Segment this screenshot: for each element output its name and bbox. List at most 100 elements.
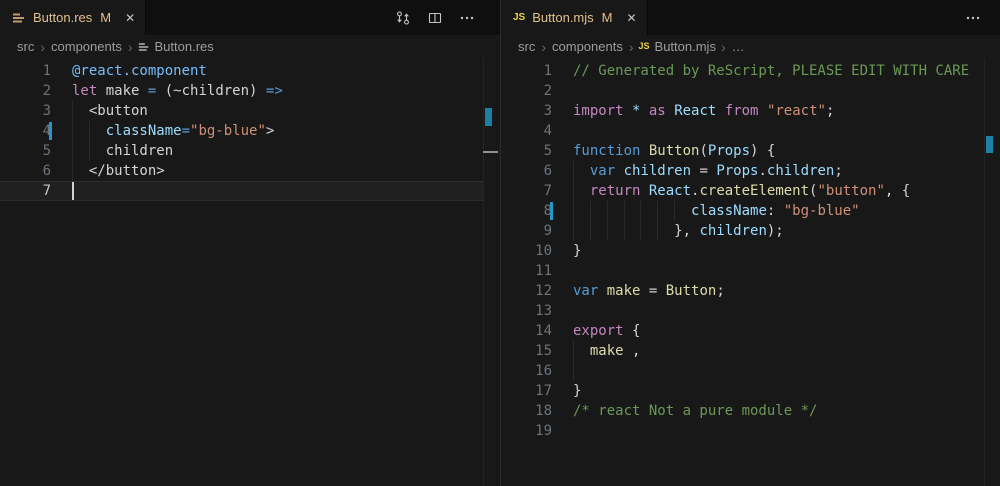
- code-line-18[interactable]: 18/* react Not a pure module */: [501, 401, 1000, 421]
- line-number[interactable]: 5: [0, 141, 51, 161]
- overview-ruler-cursor-marker: [483, 151, 498, 153]
- line-number[interactable]: 1: [0, 61, 51, 81]
- code-line-2[interactable]: 2: [501, 81, 1000, 101]
- modified-badge: M: [100, 10, 111, 25]
- line-number[interactable]: 10: [501, 241, 552, 261]
- line-number[interactable]: 11: [501, 261, 552, 281]
- line-number[interactable]: 13: [501, 301, 552, 321]
- code-text: return React.createElement("button", {: [573, 181, 910, 201]
- tab-label: Button.mjs: [532, 10, 593, 25]
- breadcrumb-item-file[interactable]: JS Button.mjs: [639, 39, 716, 54]
- code-text: }, children);: [573, 221, 784, 241]
- line-number[interactable]: 4: [0, 121, 51, 141]
- code-line-2[interactable]: 2 let make = (~children) =>: [0, 81, 500, 101]
- code-line-9[interactable]: 9 }, children);: [501, 221, 1000, 241]
- code-line-12[interactable]: 12 var make = Button;: [501, 281, 1000, 301]
- line-number[interactable]: 6: [501, 161, 552, 181]
- text-cursor: [72, 182, 74, 200]
- breadcrumb: src › components › Button.res: [0, 35, 500, 58]
- line-number[interactable]: 1: [501, 61, 552, 81]
- code-line-10[interactable]: 10}: [501, 241, 1000, 261]
- split-editor-icon[interactable]: [426, 9, 444, 27]
- code-line-11[interactable]: 11: [501, 261, 1000, 281]
- code-line-5[interactable]: 5 function Button(Props) {: [501, 141, 1000, 161]
- js-file-icon: JS: [639, 42, 650, 51]
- code-line-6[interactable]: 6 var children = Props.children;: [501, 161, 1000, 181]
- breadcrumb-item-file[interactable]: Button.res: [138, 39, 214, 54]
- line-number[interactable]: 7: [0, 181, 51, 201]
- line-number[interactable]: 9: [501, 221, 552, 241]
- tab-label: Button.res: [33, 10, 92, 25]
- line-number[interactable]: 3: [501, 101, 552, 121]
- more-actions-icon[interactable]: [964, 9, 982, 27]
- code-lines: 1@react.component2 let make = (~children)…: [0, 61, 500, 201]
- code-line-3[interactable]: 3import * as React from "react";: [501, 101, 1000, 121]
- chevron-right-icon: ›: [624, 40, 639, 54]
- code-text: function Button(Props) {: [573, 141, 775, 161]
- code-line-8[interactable]: 8 className: "bg-blue": [501, 201, 1000, 221]
- breadcrumb-file-label: Button.mjs: [655, 39, 716, 54]
- editor-actions-left: [394, 0, 500, 35]
- line-number[interactable]: 3: [0, 101, 51, 121]
- code-text: children: [72, 141, 173, 161]
- code-editor-left[interactable]: 1@react.component2 let make = (~children)…: [0, 58, 500, 486]
- code-line-7[interactable]: 7 return React.createElement("button", {: [501, 181, 1000, 201]
- line-number[interactable]: 5: [501, 141, 552, 161]
- code-line-7[interactable]: 7: [0, 181, 500, 201]
- code-line-3[interactable]: 3 <button: [0, 101, 500, 121]
- tab-bar-left: Button.res M ✕: [0, 0, 500, 35]
- code-line-14[interactable]: 14export {: [501, 321, 1000, 341]
- code-line-15[interactable]: 15 make ,: [501, 341, 1000, 361]
- close-icon[interactable]: ✕: [125, 12, 135, 24]
- editor-actions-right: [964, 0, 1000, 35]
- code-line-13[interactable]: 13: [501, 301, 1000, 321]
- line-number[interactable]: 12: [501, 281, 552, 301]
- line-number[interactable]: 15: [501, 341, 552, 361]
- code-editor-right[interactable]: 1// Generated by ReScript, PLEASE EDIT W…: [501, 58, 1000, 486]
- tab-bar-right: JS Button.mjs M ✕: [501, 0, 1000, 35]
- compare-changes-icon[interactable]: [394, 9, 412, 27]
- line-number[interactable]: 2: [0, 81, 51, 101]
- code-text: className: "bg-blue": [573, 201, 860, 221]
- breadcrumb-item-components[interactable]: components: [50, 39, 123, 54]
- code-lines: 1// Generated by ReScript, PLEASE EDIT W…: [501, 61, 1000, 441]
- chevron-right-icon: ›: [716, 40, 731, 54]
- breadcrumb-item-src[interactable]: src: [517, 39, 536, 54]
- code-text: }: [573, 241, 581, 261]
- rescript-file-icon: [12, 11, 26, 25]
- line-number[interactable]: 8: [501, 201, 552, 221]
- breadcrumb-item-src[interactable]: src: [16, 39, 35, 54]
- overview-ruler-modified-marker: [986, 136, 993, 153]
- code-line-6[interactable]: 6 </button>: [0, 161, 500, 181]
- tab-button-res[interactable]: Button.res M ✕: [0, 0, 146, 35]
- line-number[interactable]: 7: [501, 181, 552, 201]
- breadcrumb-item-components[interactable]: components: [551, 39, 624, 54]
- code-line-16[interactable]: 16: [501, 361, 1000, 381]
- line-number[interactable]: 18: [501, 401, 552, 421]
- git-modified-gutter-indicator: [550, 202, 553, 220]
- code-line-19[interactable]: 19: [501, 421, 1000, 441]
- line-number[interactable]: 6: [0, 161, 51, 181]
- code-line-17[interactable]: 17}: [501, 381, 1000, 401]
- line-number[interactable]: 4: [501, 121, 552, 141]
- code-text: }: [573, 381, 581, 401]
- breadcrumb-overflow[interactable]: …: [731, 39, 746, 54]
- code-line-5[interactable]: 5 children: [0, 141, 500, 161]
- overview-ruler-border: [483, 58, 484, 486]
- rescript-file-icon: [138, 41, 150, 53]
- line-number[interactable]: 2: [501, 81, 552, 101]
- code-line-1[interactable]: 1// Generated by ReScript, PLEASE EDIT W…: [501, 61, 1000, 81]
- line-number[interactable]: 14: [501, 321, 552, 341]
- code-line-4[interactable]: 4 className="bg-blue">: [0, 121, 500, 141]
- line-number[interactable]: 16: [501, 361, 552, 381]
- more-actions-icon[interactable]: [458, 9, 476, 27]
- code-line-1[interactable]: 1@react.component: [0, 61, 500, 81]
- line-number[interactable]: 17: [501, 381, 552, 401]
- code-text: className="bg-blue">: [72, 121, 274, 141]
- code-line-4[interactable]: 4: [501, 121, 1000, 141]
- tab-button-mjs[interactable]: JS Button.mjs M ✕: [501, 0, 648, 35]
- code-text: let make = (~children) =>: [72, 81, 283, 101]
- close-icon[interactable]: ✕: [627, 12, 637, 24]
- code-text: var make = Button;: [573, 281, 725, 301]
- line-number[interactable]: 19: [501, 421, 552, 441]
